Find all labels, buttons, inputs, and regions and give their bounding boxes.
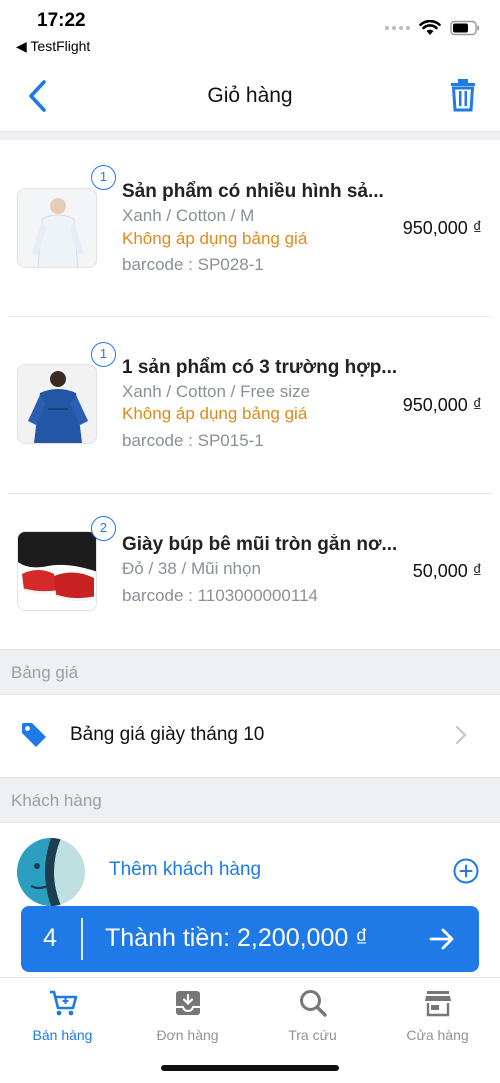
section-title: Bảng giá xyxy=(11,663,79,682)
item-count: 4 xyxy=(43,924,57,952)
checkout-button[interactable]: 4 Thành tiền: 2,200,000 ₫ xyxy=(21,906,479,972)
search-icon xyxy=(300,990,327,1017)
cart-item[interactable]: 1 Sản phẩm có nhiều hình sả... Xanh / Co… xyxy=(0,140,500,317)
status-indicators xyxy=(385,20,480,36)
product-variant: Xanh / Cotton / Free size xyxy=(122,382,311,401)
product-image xyxy=(17,531,97,611)
product-image xyxy=(17,364,97,444)
navigation-bar: Giỏ hàng xyxy=(0,60,500,132)
inbox-download-icon xyxy=(176,991,200,1015)
tab-label: Bán hàng xyxy=(32,1027,93,1043)
price-note: Không áp dụng bảng giá xyxy=(122,229,308,248)
cart-item[interactable]: 1 1 sản phẩm có 3 trường hợp... Xanh / C… xyxy=(0,317,500,494)
product-price: 50,000 ₫ xyxy=(412,561,482,581)
store-icon xyxy=(425,991,451,1017)
page-title: Giỏ hàng xyxy=(207,84,293,107)
quantity-badge: 1 xyxy=(91,165,116,190)
signal-icon xyxy=(385,26,410,30)
quantity-badge: 1 xyxy=(91,342,116,367)
tab-store[interactable]: Cửa hàng xyxy=(375,978,500,1058)
add-circle-icon[interactable] xyxy=(453,858,479,884)
home-indicator xyxy=(161,1065,339,1071)
customer-row: Thêm khách hàng xyxy=(0,824,500,914)
add-customer-link[interactable]: Thêm khách hàng xyxy=(109,859,261,881)
battery-icon xyxy=(450,20,479,36)
product-name: Sản phẩm có nhiều hình sả... xyxy=(122,181,384,202)
cart-item[interactable]: 2 Giày búp bê mũi tròn gắn nơ... Đỏ / 38… xyxy=(0,494,500,648)
section-title: Khách hàng xyxy=(11,791,102,810)
product-barcode: barcode : SP028-1 xyxy=(122,255,264,274)
customer-section-header: Khách hàng xyxy=(0,777,500,823)
product-barcode: barcode : 1103000000114 xyxy=(122,586,318,605)
tab-label: Tra cứu xyxy=(288,1027,337,1043)
tab-orders[interactable]: Đơn hàng xyxy=(125,978,250,1058)
quantity-badge: 2 xyxy=(91,516,116,541)
product-name: Giày búp bê mũi tròn gắn nơ... xyxy=(122,534,397,555)
trash-icon[interactable] xyxy=(448,78,478,112)
tag-icon xyxy=(22,723,46,747)
wifi-icon xyxy=(419,20,441,35)
header-divider xyxy=(0,131,500,140)
tab-sales[interactable]: Bán hàng xyxy=(0,978,125,1058)
avatar xyxy=(17,838,85,906)
pricelist-selector[interactable]: Bảng giá giày tháng 10 xyxy=(0,696,500,776)
chevron-right-icon xyxy=(455,725,467,745)
product-name: 1 sản phẩm có 3 trường hợp... xyxy=(122,357,397,378)
product-price: 950,000 ₫ xyxy=(402,395,482,415)
tab-label: Đơn hàng xyxy=(156,1027,219,1043)
checkout-total: Thành tiền: 2,200,000 ₫ xyxy=(105,924,369,952)
pricelist-value: Bảng giá giày tháng 10 xyxy=(70,724,265,745)
product-image xyxy=(17,188,97,268)
checkout-divider xyxy=(81,918,83,960)
back-to-app-link[interactable]: ◀ TestFlight xyxy=(16,38,90,55)
product-barcode: barcode : SP015-1 xyxy=(122,431,264,450)
status-time: 17:22 xyxy=(37,10,86,31)
product-variant: Xanh / Cotton / M xyxy=(122,206,255,225)
price-note: Không áp dụng bảng giá xyxy=(122,404,308,423)
product-price: 950,000 ₫ xyxy=(402,218,482,238)
pricelist-section-header: Bảng giá xyxy=(0,649,500,695)
tab-lookup[interactable]: Tra cứu xyxy=(250,978,375,1058)
tab-label: Cửa hàng xyxy=(406,1027,469,1043)
product-variant: Đỏ / 38 / Mũi nhọn xyxy=(122,559,261,578)
cart-icon xyxy=(50,990,78,1016)
status-bar: 17:22 ◀ TestFlight xyxy=(0,0,500,60)
arrow-right-icon xyxy=(429,928,454,950)
